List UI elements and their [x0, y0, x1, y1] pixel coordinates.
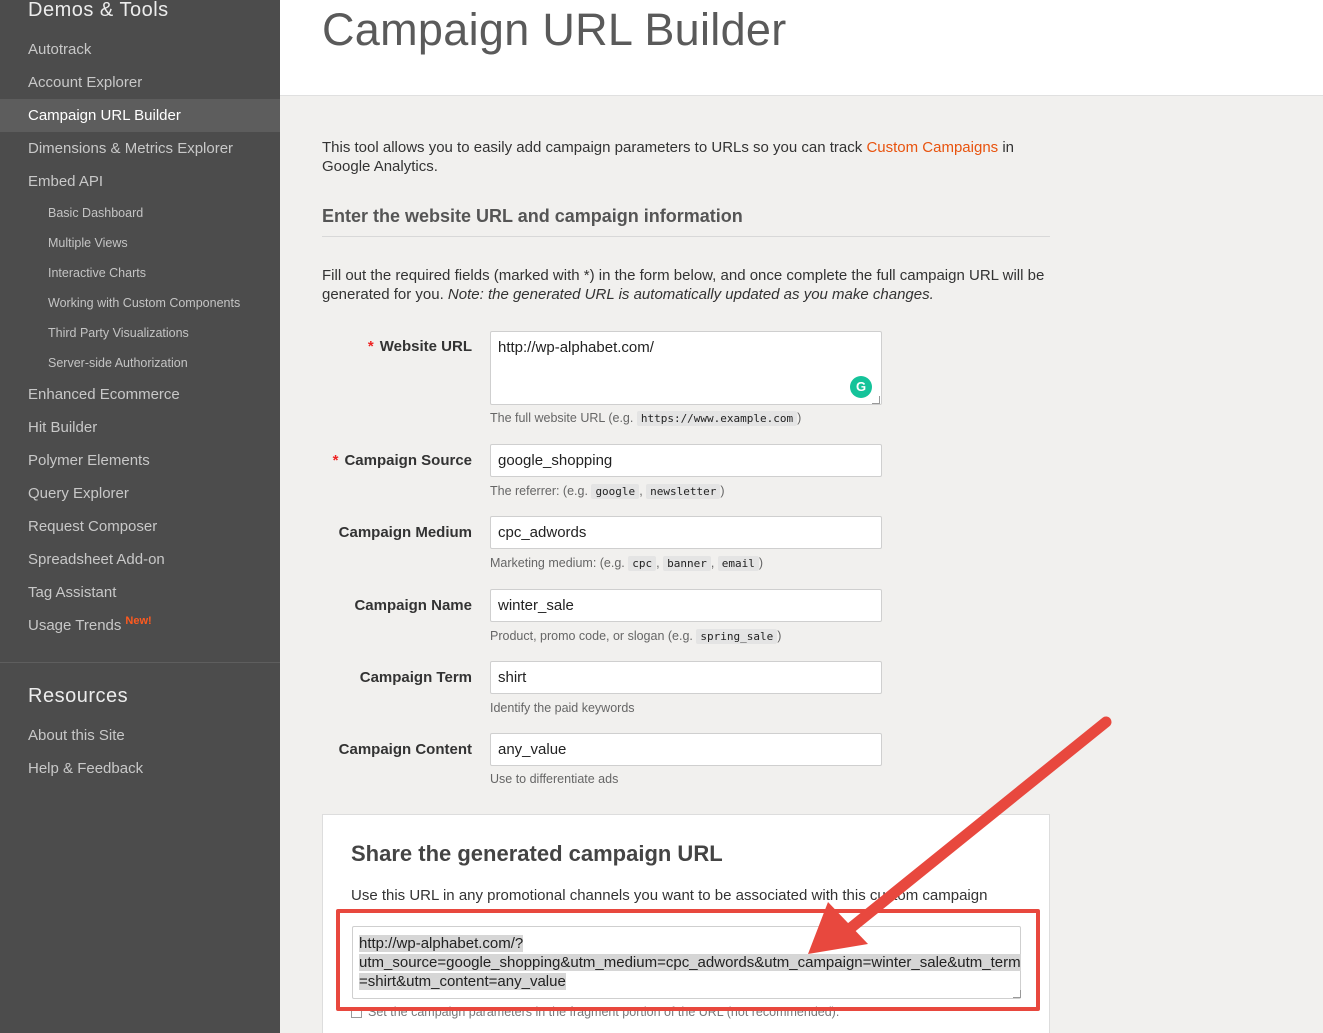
share-url-panel: Share the generated campaign URL Use thi… — [322, 814, 1050, 1033]
campaign-medium-field[interactable]: cpc_adwords — [490, 516, 882, 549]
fragment-checkbox[interactable] — [351, 1007, 362, 1019]
campaign-term-help: Identify the paid keywords — [490, 701, 635, 715]
fragment-option[interactable]: Set the campaign parameters in the fragm… — [351, 1005, 839, 1019]
help-text: The full website URL (e.g. — [490, 411, 637, 425]
sidebar-subitem-custom-components[interactable]: Working with Custom Components — [0, 288, 280, 318]
help-code: newsletter — [646, 484, 721, 499]
sidebar-item-usage-trends[interactable]: Usage Trends New! — [0, 609, 280, 642]
help-text: Marketing medium: (e.g. — [490, 556, 629, 570]
help-text: ) — [720, 484, 725, 498]
sidebar-subitem-third-party-viz[interactable]: Third Party Visualizations — [0, 318, 280, 348]
sidebar-item-label: Usage Trends — [28, 617, 122, 634]
campaign-source-field[interactable]: google_shopping — [490, 444, 882, 477]
sidebar-item-request-composer[interactable]: Request Composer — [0, 510, 280, 543]
campaign-content-label: Campaign Content — [338, 741, 472, 758]
help-text: Product, promo code, or slogan (e.g. — [490, 629, 697, 643]
campaign-name-label: Campaign Name — [354, 597, 472, 614]
section-divider — [322, 236, 1050, 237]
generated-url-line: utm_source=google_shopping&utm_medium=cp… — [359, 954, 1021, 971]
help-text: ) — [797, 411, 802, 425]
generated-url-line: =shirt&utm_content=any_value — [359, 973, 566, 990]
campaign-name-field[interactable]: winter_sale — [490, 589, 882, 622]
sidebar-section-title-demos: Demos & Tools — [28, 0, 169, 21]
sidebar: Demos & Tools Autotrack Account Explorer… — [0, 0, 280, 1033]
campaign-source-label-text: Campaign Source — [344, 452, 472, 469]
campaign-content-help: Use to differentiate ads — [490, 772, 619, 786]
help-code: banner — [663, 556, 711, 571]
grammarly-icon[interactable]: G — [850, 376, 872, 398]
help-text: The referrer: (e.g. — [490, 484, 592, 498]
campaign-source-help: The referrer: (e.g. google, newsletter) — [490, 484, 725, 499]
campaign-term-label: Campaign Term — [359, 669, 472, 686]
website-url-help: The full website URL (e.g. https://www.e… — [490, 411, 802, 426]
sidebar-item-help-feedback[interactable]: Help & Feedback — [0, 752, 280, 785]
campaign-medium-help: Marketing medium: (e.g. cpc, banner, ema… — [490, 556, 764, 571]
sidebar-item-polymer-elements[interactable]: Polymer Elements — [0, 444, 280, 477]
campaign-medium-label: Campaign Medium — [338, 524, 472, 541]
sidebar-item-query-explorer[interactable]: Query Explorer — [0, 477, 280, 510]
sidebar-item-hit-builder[interactable]: Hit Builder — [0, 411, 280, 444]
sidebar-subitem-server-side-auth[interactable]: Server-side Authorization — [0, 348, 280, 378]
help-code: https://www.example.com — [636, 411, 798, 426]
help-text: ) — [758, 556, 764, 570]
required-marker: * — [367, 338, 374, 355]
sidebar-item-account-explorer[interactable]: Account Explorer — [0, 66, 280, 99]
sidebar-subitem-interactive-charts[interactable]: Interactive Charts — [0, 258, 280, 288]
page-header: Campaign URL Builder — [280, 0, 1323, 96]
sidebar-item-embed-api[interactable]: Embed API — [0, 165, 280, 198]
campaign-name-help: Product, promo code, or slogan (e.g. spr… — [490, 629, 782, 644]
sidebar-subitem-basic-dashboard[interactable]: Basic Dashboard — [0, 198, 280, 228]
sidebar-subitem-multiple-views[interactable]: Multiple Views — [0, 228, 280, 258]
sidebar-item-campaign-url-builder[interactable]: Campaign URL Builder — [0, 99, 280, 132]
help-text: ) — [777, 629, 782, 643]
help-code: cpc — [628, 556, 657, 571]
generated-url-output[interactable]: http://wp-alphabet.com/? utm_source=goog… — [352, 926, 1021, 999]
fragment-option-label: Set the campaign parameters in the fragm… — [368, 1005, 840, 1019]
required-marker: * — [332, 452, 339, 469]
instructions-text: Fill out the required fields (marked wit… — [322, 266, 1050, 304]
campaign-content-field[interactable]: any_value — [490, 733, 882, 766]
new-badge: New! — [125, 615, 152, 627]
instructions-note: Note: the generated URL is automatically… — [447, 286, 934, 303]
sidebar-item-tag-assistant[interactable]: Tag Assistant — [0, 576, 280, 609]
sidebar-item-enhanced-ecommerce[interactable]: Enhanced Ecommerce — [0, 378, 280, 411]
campaign-term-field[interactable]: shirt — [490, 661, 882, 694]
help-code: spring_sale — [696, 629, 778, 644]
intro-text-before: This tool allows you to easily add campa… — [322, 139, 867, 156]
share-description: Use this URL in any promotional channels… — [351, 887, 988, 904]
resize-handle[interactable] — [1013, 990, 1021, 998]
share-title: Share the generated campaign URL — [351, 841, 723, 866]
intro-text: This tool allows you to easily add campa… — [322, 138, 1050, 176]
section-title: Enter the website URL and campaign infor… — [322, 206, 743, 226]
sidebar-item-spreadsheet-addon[interactable]: Spreadsheet Add-on — [0, 543, 280, 576]
sidebar-item-autotrack[interactable]: Autotrack — [0, 33, 280, 66]
help-code: google — [591, 484, 640, 499]
generated-url-line: http://wp-alphabet.com/? — [359, 935, 524, 952]
sidebar-divider — [0, 662, 280, 663]
resize-handle[interactable] — [872, 396, 880, 404]
sidebar-item-dimensions-metrics[interactable]: Dimensions & Metrics Explorer — [0, 132, 280, 165]
custom-campaigns-link[interactable]: Custom Campaigns — [866, 139, 998, 156]
website-url-label-text: Website URL — [379, 338, 472, 355]
website-url-field[interactable]: http://wp-alphabet.com/ — [490, 331, 882, 405]
sidebar-section-title-resources: Resources — [28, 685, 129, 707]
website-url-label: * Website URL — [368, 338, 472, 355]
sidebar-item-about[interactable]: About this Site — [0, 719, 280, 752]
page-title: Campaign URL Builder — [322, 4, 787, 55]
campaign-source-label: * Campaign Source — [333, 452, 472, 469]
help-code: email — [717, 556, 759, 571]
